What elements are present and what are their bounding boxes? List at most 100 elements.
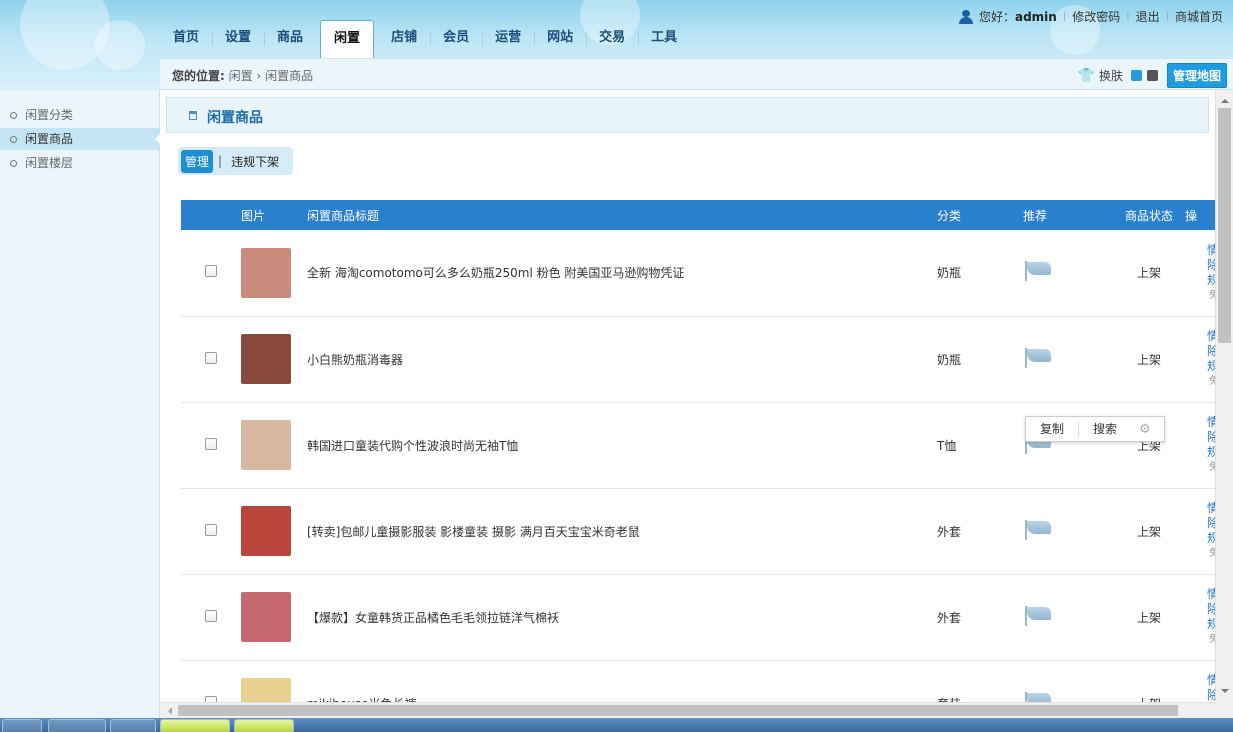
row-image-cell bbox=[241, 230, 307, 317]
op-delete-link[interactable]: 除 bbox=[1207, 344, 1215, 359]
row-checkbox[interactable] bbox=[205, 437, 217, 450]
goods-category: 外套 bbox=[937, 574, 1023, 661]
section-title: 闲置商品 bbox=[207, 110, 263, 126]
op-delete-link[interactable]: 除 bbox=[1207, 258, 1215, 273]
op-delete-link[interactable]: 除 bbox=[1207, 516, 1215, 531]
copy-button[interactable]: 复制 bbox=[1026, 417, 1078, 441]
op-violation-link[interactable]: 规 bbox=[1207, 445, 1215, 460]
op-detail-link[interactable]: 情 bbox=[1207, 587, 1215, 602]
tab-violation[interactable]: 违规下架 bbox=[227, 150, 283, 173]
nav-member[interactable]: 会员 bbox=[430, 20, 482, 58]
goods-status: 上架 bbox=[1113, 402, 1185, 489]
row-checkbox-cell bbox=[181, 230, 241, 317]
greeting-prefix: 您好： bbox=[978, 10, 1015, 24]
row-checkbox[interactable] bbox=[205, 351, 217, 364]
goods-thumbnail[interactable] bbox=[241, 506, 291, 556]
sidebar-item-idle-category[interactable]: 闲置分类 bbox=[0, 104, 159, 126]
goods-title[interactable]: 全新 海淘comotomo可么多么奶瓶250ml 粉色 附美国亚马逊购物凭证 bbox=[307, 230, 937, 317]
goods-category: 奶瓶 bbox=[937, 230, 1023, 317]
nav-trade[interactable]: 交易 bbox=[586, 20, 638, 58]
goods-title[interactable]: [转卖]包邮儿童摄影服装 影楼童装 摄影 满月百天宝宝米奇老鼠 bbox=[307, 488, 937, 575]
user-bar: 您好： admin | 修改密码 | 退出 | 商城首页 bbox=[958, 8, 1223, 25]
row-checkbox[interactable] bbox=[205, 609, 217, 622]
nav-operation[interactable]: 运营 bbox=[482, 20, 534, 58]
row-ops: 情 除 规 免 bbox=[1185, 673, 1215, 702]
scrollbar-thumb[interactable] bbox=[178, 705, 1178, 716]
scroll-up-icon[interactable] bbox=[1221, 95, 1229, 103]
row-ops-cell: 情 除 规 免 bbox=[1185, 574, 1215, 661]
horizontal-scrollbar[interactable] bbox=[160, 702, 1225, 718]
tab-separator: | bbox=[218, 154, 223, 168]
op-delete-link[interactable]: 除 bbox=[1207, 688, 1215, 702]
row-checkbox[interactable] bbox=[205, 523, 217, 536]
goods-thumbnail[interactable] bbox=[241, 592, 291, 642]
skin-blue-option[interactable] bbox=[1130, 70, 1142, 81]
scroll-left-icon[interactable] bbox=[164, 707, 172, 715]
op-detail-link[interactable]: 情 bbox=[1207, 415, 1215, 430]
goods-status: 上架 bbox=[1113, 316, 1185, 403]
nav-idle[interactable]: 闲置 bbox=[320, 20, 375, 58]
row-checkbox-cell bbox=[181, 402, 241, 489]
tab-manage[interactable]: 管理 bbox=[181, 149, 214, 173]
op-delete-link[interactable]: 除 bbox=[1207, 602, 1215, 617]
flag-icon[interactable] bbox=[1025, 691, 1053, 702]
row-checkbox-cell bbox=[181, 660, 241, 702]
admin-map-button[interactable]: 管理地图 bbox=[1166, 63, 1227, 88]
flag-icon[interactable] bbox=[1025, 347, 1053, 368]
logout-link[interactable]: 退出 bbox=[1136, 8, 1160, 25]
taskbar-app[interactable] bbox=[110, 719, 156, 732]
op-violation-link[interactable]: 规 bbox=[1207, 531, 1215, 546]
flag-icon[interactable] bbox=[1025, 519, 1053, 540]
header-category: 分类 bbox=[937, 200, 1023, 230]
taskbar-app[interactable] bbox=[48, 719, 106, 732]
gear-icon[interactable]: ⚙ bbox=[1139, 422, 1151, 437]
flag-icon[interactable] bbox=[1025, 605, 1053, 626]
nav-home[interactable]: 首页 bbox=[160, 20, 212, 58]
nav-website[interactable]: 网站 bbox=[534, 20, 586, 58]
document-icon bbox=[189, 111, 197, 120]
sidebar-item-label: 闲置楼层 bbox=[25, 156, 74, 170]
table-row: mikihouse米色长裤 套装 上架 情 除 规 免 bbox=[181, 660, 1215, 702]
op-detail-link[interactable]: 情 bbox=[1207, 329, 1215, 344]
row-image-cell bbox=[241, 660, 307, 702]
row-image-cell bbox=[241, 488, 307, 575]
nav-settings[interactable]: 设置 bbox=[212, 20, 264, 58]
nav-store[interactable]: 店铺 bbox=[378, 20, 430, 58]
goods-title[interactable]: 【爆款】女童韩货正品橘色毛毛领拉链洋气棉袄 bbox=[307, 574, 937, 661]
vertical-scrollbar[interactable] bbox=[1215, 90, 1233, 702]
goods-thumbnail[interactable] bbox=[241, 247, 291, 298]
skin-gray-option[interactable] bbox=[1146, 70, 1158, 81]
goods-thumbnail[interactable] bbox=[241, 334, 291, 384]
scroll-down-icon[interactable] bbox=[1221, 689, 1229, 697]
op-delete-link[interactable]: 除 bbox=[1207, 430, 1215, 445]
sidebar-item-idle-goods[interactable]: 闲置商品 bbox=[0, 128, 160, 150]
mall-home-link[interactable]: 商城首页 bbox=[1175, 8, 1223, 25]
op-violation-link[interactable]: 规 bbox=[1207, 359, 1215, 374]
goods-thumbnail[interactable] bbox=[241, 420, 291, 470]
op-detail-link[interactable]: 情 bbox=[1207, 501, 1215, 516]
goods-category: 奶瓶 bbox=[937, 316, 1023, 403]
search-button[interactable]: 搜索 bbox=[1079, 417, 1131, 441]
table-body: 全新 海淘comotomo可么多么奶瓶250ml 粉色 附美国亚马逊购物凭证 奶… bbox=[181, 230, 1215, 702]
goods-title[interactable]: 韩国进口童装代购个性波浪时尚无袖T恤 bbox=[307, 402, 937, 489]
goods-thumbnail[interactable] bbox=[241, 678, 291, 702]
op-detail-link[interactable]: 情 bbox=[1207, 243, 1215, 258]
row-checkbox[interactable] bbox=[205, 265, 217, 278]
op-detail-link[interactable]: 情 bbox=[1207, 673, 1215, 688]
op-violation-link[interactable]: 规 bbox=[1207, 617, 1215, 632]
start-button[interactable] bbox=[2, 719, 42, 732]
change-password-link[interactable]: 修改密码 bbox=[1072, 8, 1120, 25]
goods-title[interactable]: 小白熊奶瓶消毒器 bbox=[307, 316, 937, 403]
taskbar-app[interactable] bbox=[160, 719, 230, 732]
header-image: 图片 bbox=[241, 200, 307, 230]
taskbar-app[interactable] bbox=[234, 719, 294, 732]
main-content: 闲置商品 管理 | 违规下架 图片 闲置商品标题 分类 推荐 商品状态 操 全新… bbox=[160, 90, 1215, 702]
goods-title[interactable]: mikihouse米色长裤 bbox=[307, 660, 937, 702]
flag-icon[interactable] bbox=[1025, 261, 1053, 282]
op-violation-link[interactable]: 规 bbox=[1207, 273, 1215, 288]
sidebar-item-idle-floor[interactable]: 闲置楼层 bbox=[0, 152, 159, 174]
scrollbar-thumb[interactable] bbox=[1218, 108, 1231, 343]
nav-tools[interactable]: 工具 bbox=[638, 20, 690, 58]
nav-goods[interactable]: 商品 bbox=[264, 20, 316, 58]
row-ops-cell: 情 除 规 免 bbox=[1185, 660, 1215, 702]
